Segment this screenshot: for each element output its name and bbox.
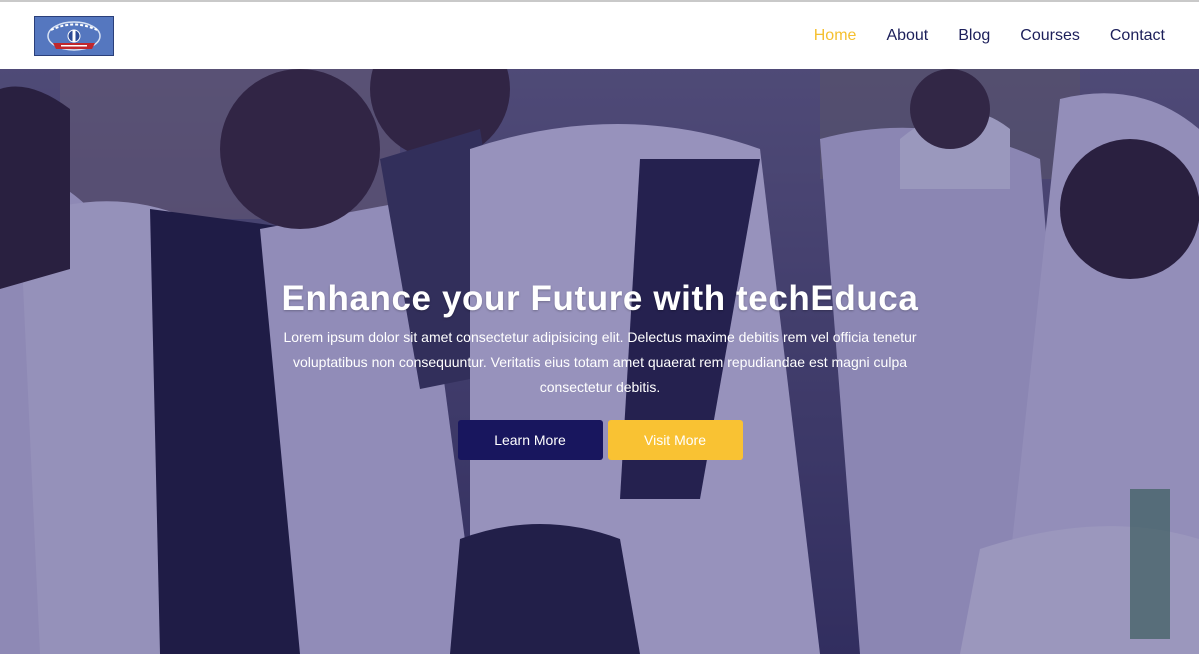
visit-more-button[interactable]: Visit More bbox=[607, 420, 743, 460]
hero-button-group: Learn More Visit More bbox=[260, 420, 940, 460]
nav-courses-link[interactable]: Courses bbox=[1020, 27, 1080, 45]
hero-content: Enhance your Future with techEduca Lorem… bbox=[260, 277, 940, 460]
main-nav: Home About Blog Courses Contact bbox=[814, 2, 1165, 69]
nav-blog-link[interactable]: Blog bbox=[958, 27, 990, 45]
hero-section: Enhance your Future with techEduca Lorem… bbox=[0, 69, 1199, 654]
school-crest-icon bbox=[35, 17, 113, 55]
hero-title: Enhance your Future with techEduca bbox=[281, 279, 919, 318]
nav-contact-link[interactable]: Contact bbox=[1110, 27, 1165, 45]
hero-description: Lorem ipsum dolor sit amet consectetur a… bbox=[283, 329, 917, 395]
nav-about-link[interactable]: About bbox=[886, 27, 928, 45]
nav-home-link[interactable]: Home bbox=[814, 27, 857, 45]
navbar: Home About Blog Courses Contact bbox=[0, 2, 1199, 69]
learn-more-button[interactable]: Learn More bbox=[457, 420, 603, 460]
logo[interactable] bbox=[34, 16, 114, 56]
